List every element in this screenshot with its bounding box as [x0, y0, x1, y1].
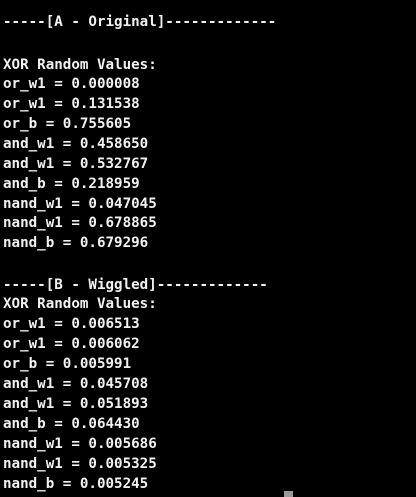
section-b-line: nand_w1 = 0.005686 — [3, 436, 157, 452]
section-b-line: or_b = 0.005991 — [3, 356, 132, 372]
section-a-header: -----[A - Original]------------- — [3, 14, 277, 30]
section-b-line: nand_b = 0.005245 — [3, 476, 149, 492]
section-b-line: nand_w1 = 0.005325 — [3, 456, 157, 472]
section-a-line: or_w1 = 0.131538 — [3, 96, 140, 112]
section-a-line: or_b = 0.755605 — [3, 116, 132, 132]
section-a-title: XOR Random Values: — [3, 57, 157, 73]
section-a-line: nand_b = 0.679296 — [3, 235, 149, 251]
section-a-line: and_w1 = 0.458650 — [3, 136, 149, 152]
section-a-line: and_w1 = 0.532767 — [3, 156, 149, 172]
section-b-title: XOR Random Values: — [3, 296, 157, 312]
section-a-line: nand_w1 = 0.047045 — [3, 196, 157, 212]
terminal-output: -----[A - Original]------------- XOR Ran… — [0, 0, 416, 497]
text-cursor — [284, 491, 293, 497]
section-a-line: or_w1 = 0.000008 — [3, 76, 140, 92]
section-b-line: or_w1 = 0.006513 — [3, 316, 140, 332]
section-a-line: and_b = 0.218959 — [3, 176, 140, 192]
section-a-line: nand_w1 = 0.678865 — [3, 215, 157, 231]
section-b-header: -----[B - Wiggled]------------- — [3, 277, 268, 293]
section-b-line: or_w1 = 0.006062 — [3, 336, 140, 352]
section-b-line: and_b = 0.064430 — [3, 416, 140, 432]
section-b-line: and_w1 = 0.051893 — [3, 396, 149, 412]
section-b-line: and_w1 = 0.045708 — [3, 376, 149, 392]
